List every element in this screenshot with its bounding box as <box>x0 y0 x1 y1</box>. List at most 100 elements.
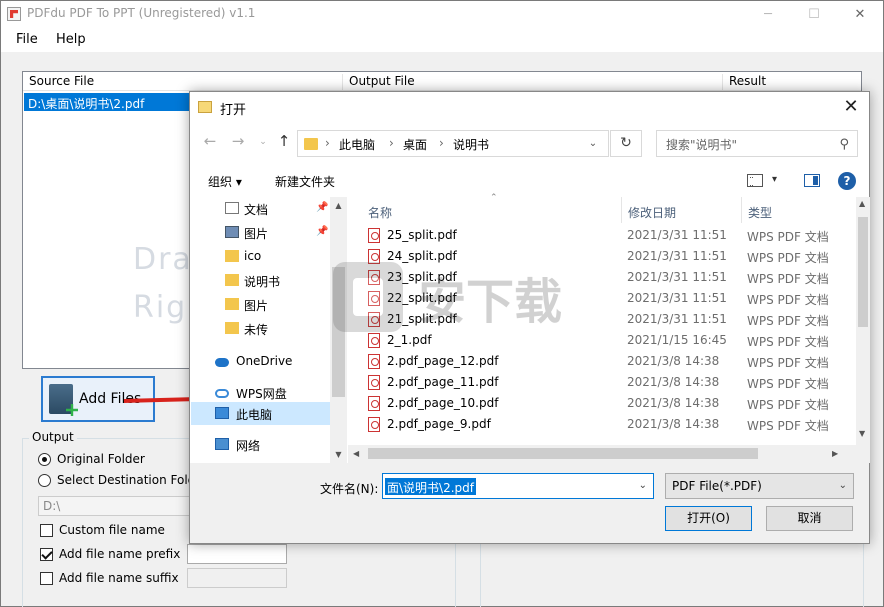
view-dropdown-icon[interactable]: ▾ <box>772 174 777 185</box>
file-list-hscrollbar[interactable]: ◀ ▶ <box>348 445 870 463</box>
navigation-pane-lower: 此电脑 网络 <box>191 402 346 462</box>
filetype-select[interactable]: PDF File(*.PDF) ⌄ <box>665 473 854 499</box>
suffix-input[interactable] <box>187 568 287 588</box>
folder-icon <box>198 101 212 113</box>
options-group-right <box>480 541 864 607</box>
column-result[interactable]: Result <box>723 74 861 92</box>
file-row[interactable]: 2.pdf_page_12.pdf 2021/3/8 14:38 WPS PDF 文… <box>348 351 838 372</box>
prefix-input[interactable] <box>187 544 287 564</box>
open-button[interactable]: 打开(O) <box>665 506 752 531</box>
column-date[interactable]: 修改日期 <box>628 204 676 221</box>
nav-item-pictures[interactable]: 图片 <box>191 293 330 316</box>
nav-item-wps-cloud[interactable]: WPS网盘 <box>191 381 330 404</box>
app-titlebar: PDFdu PDF To PPT (Unregistered) v1.1 ─ ☐… <box>1 1 883 28</box>
file-row[interactable]: 25_split.pdf 2021/3/31 11:51 WPS PDF 文档 <box>348 225 838 246</box>
recent-locations-chevron-icon[interactable]: ⌄ <box>252 137 274 147</box>
file-list: 名称 ⌃ 修改日期 类型 25_split.pdf 2021/3/31 11:51… <box>348 193 856 463</box>
pdf-file-icon <box>368 312 380 327</box>
destination-folder-field[interactable]: D:\ <box>38 496 198 516</box>
column-type[interactable]: 类型 <box>748 204 772 221</box>
drag-hint-line-1: Dra <box>133 242 193 277</box>
file-scroll-thumb[interactable] <box>858 217 868 327</box>
file-row[interactable]: 2.pdf_page_9.pdf 2021/3/8 14:38 WPS PDF 文档 <box>348 414 838 435</box>
filename-input[interactable]: 面\说明书\2.pdf ⌄ <box>382 473 654 499</box>
scroll-up-icon[interactable]: ▲ <box>330 197 347 214</box>
address-bar[interactable]: › 此电脑 › 桌面 › 说明书 <box>297 130 609 157</box>
organize-button[interactable]: 组织 ▾ <box>208 173 242 190</box>
up-arrow-icon[interactable]: ↑ <box>273 132 295 150</box>
original-folder-radio[interactable] <box>38 453 51 466</box>
refresh-icon[interactable]: ↻ <box>610 130 642 157</box>
cloud-icon <box>215 358 229 367</box>
close-icon[interactable]: ✕ <box>837 1 883 28</box>
minimize-icon[interactable]: ─ <box>745 1 791 28</box>
pdf-file-icon <box>368 417 380 432</box>
preview-pane-icon[interactable] <box>804 174 820 187</box>
file-name: 24_split.pdf <box>387 249 457 263</box>
new-folder-button[interactable]: 新建文件夹 <box>275 173 335 190</box>
add-suffix-checkbox[interactable] <box>40 572 53 585</box>
breadcrumb-desktop[interactable]: 桌面 <box>403 136 427 153</box>
scroll-right-icon[interactable]: ▶ <box>832 449 838 458</box>
add-files-label: Add Files <box>79 391 142 407</box>
scroll-up-icon[interactable]: ▲ <box>859 199 865 208</box>
file-row[interactable]: 2.pdf_page_11.pdf 2021/3/8 14:38 WPS PDF 文… <box>348 372 838 393</box>
file-list-scrollbar[interactable]: ▲ ▼ <box>856 197 870 445</box>
file-name: 2.pdf_page_10.pdf <box>387 396 499 410</box>
menubar: File Help <box>1 28 883 52</box>
nav-item-onedrive[interactable]: OneDrive <box>191 350 330 373</box>
back-arrow-icon[interactable]: ← <box>199 132 221 150</box>
menu-help[interactable]: Help <box>56 32 86 47</box>
view-options-icon[interactable] <box>747 174 763 187</box>
nav-scrollbar[interactable]: ▲ ▼ <box>330 197 347 463</box>
folder-icon <box>225 250 239 262</box>
address-dropdown-icon[interactable]: ⌄ <box>577 130 609 157</box>
forward-arrow-icon[interactable]: → <box>227 132 249 150</box>
nav-item-network[interactable]: 网络 <box>191 433 330 456</box>
original-folder-label: Original Folder <box>57 452 145 466</box>
custom-file-name-checkbox[interactable] <box>40 524 53 537</box>
file-list-header: Source File Output File Result <box>23 72 861 92</box>
add-prefix-checkbox[interactable] <box>40 548 53 561</box>
menu-file[interactable]: File <box>16 32 38 47</box>
nav-item-manual[interactable]: 说明书 <box>191 269 330 292</box>
file-row[interactable]: 2_1.pdf 2021/1/15 16:45 WPS PDF 文档 <box>348 330 838 351</box>
file-name: 2.pdf_page_11.pdf <box>387 375 499 389</box>
file-row[interactable]: 23_split.pdf 2021/3/31 11:51 WPS PDF 文档 <box>348 267 838 288</box>
file-row[interactable]: 2.pdf_page_10.pdf 2021/3/8 14:38 WPS PDF 文… <box>348 393 838 414</box>
file-name: 22_split.pdf <box>387 291 457 305</box>
add-files-button[interactable]: Add Files <box>41 376 155 422</box>
chevron-down-icon[interactable]: ⌄ <box>639 480 647 491</box>
nav-item-not-uploaded[interactable]: 未传 <box>191 317 330 340</box>
column-output-file[interactable]: Output File <box>343 74 723 92</box>
file-row[interactable]: 21_split.pdf 2021/3/31 11:51 WPS PDF 文档 <box>348 309 838 330</box>
file-row[interactable]: 22_split.pdf 2021/3/31 11:51 WPS PDF 文档 <box>348 288 838 309</box>
column-divider[interactable] <box>741 197 742 223</box>
select-destination-radio[interactable] <box>38 474 51 487</box>
help-icon[interactable]: ? <box>838 172 856 190</box>
nav-item-documents[interactable]: 文档 📌 <box>191 197 330 220</box>
file-row[interactable]: 24_split.pdf 2021/3/31 11:51 WPS PDF 文档 <box>348 246 838 267</box>
nav-scroll-thumb[interactable] <box>332 267 345 397</box>
column-divider[interactable] <box>621 197 622 223</box>
nav-item-this-pc[interactable]: 此电脑 <box>191 402 330 425</box>
nav-item-label: WPS网盘 <box>236 387 287 401</box>
scroll-down-icon[interactable]: ▼ <box>859 429 865 438</box>
dialog-close-icon[interactable]: ✕ <box>839 95 863 119</box>
scroll-down-icon[interactable]: ▼ <box>330 446 347 463</box>
column-name[interactable]: 名称 <box>368 204 392 221</box>
cancel-button[interactable]: 取消 <box>766 506 853 531</box>
wps-cloud-icon <box>215 389 229 398</box>
maximize-icon[interactable]: ☐ <box>791 1 837 28</box>
column-source-file[interactable]: Source File <box>23 74 343 92</box>
breadcrumb-this-pc[interactable]: 此电脑 <box>339 136 375 153</box>
file-date: 2021/3/31 11:51 <box>627 270 727 284</box>
search-input[interactable]: 搜索"说明书" ⚲ <box>656 130 858 157</box>
breadcrumb-manual[interactable]: 说明书 <box>453 136 489 153</box>
nav-item-pictures-pinned[interactable]: 图片 📌 <box>191 221 330 244</box>
file-hscroll-thumb[interactable] <box>368 448 758 459</box>
nav-item-ico[interactable]: ico <box>191 245 330 268</box>
file-name: 21_split.pdf <box>387 312 457 326</box>
pdf-file-icon <box>368 333 380 348</box>
scroll-left-icon[interactable]: ◀ <box>353 449 359 458</box>
